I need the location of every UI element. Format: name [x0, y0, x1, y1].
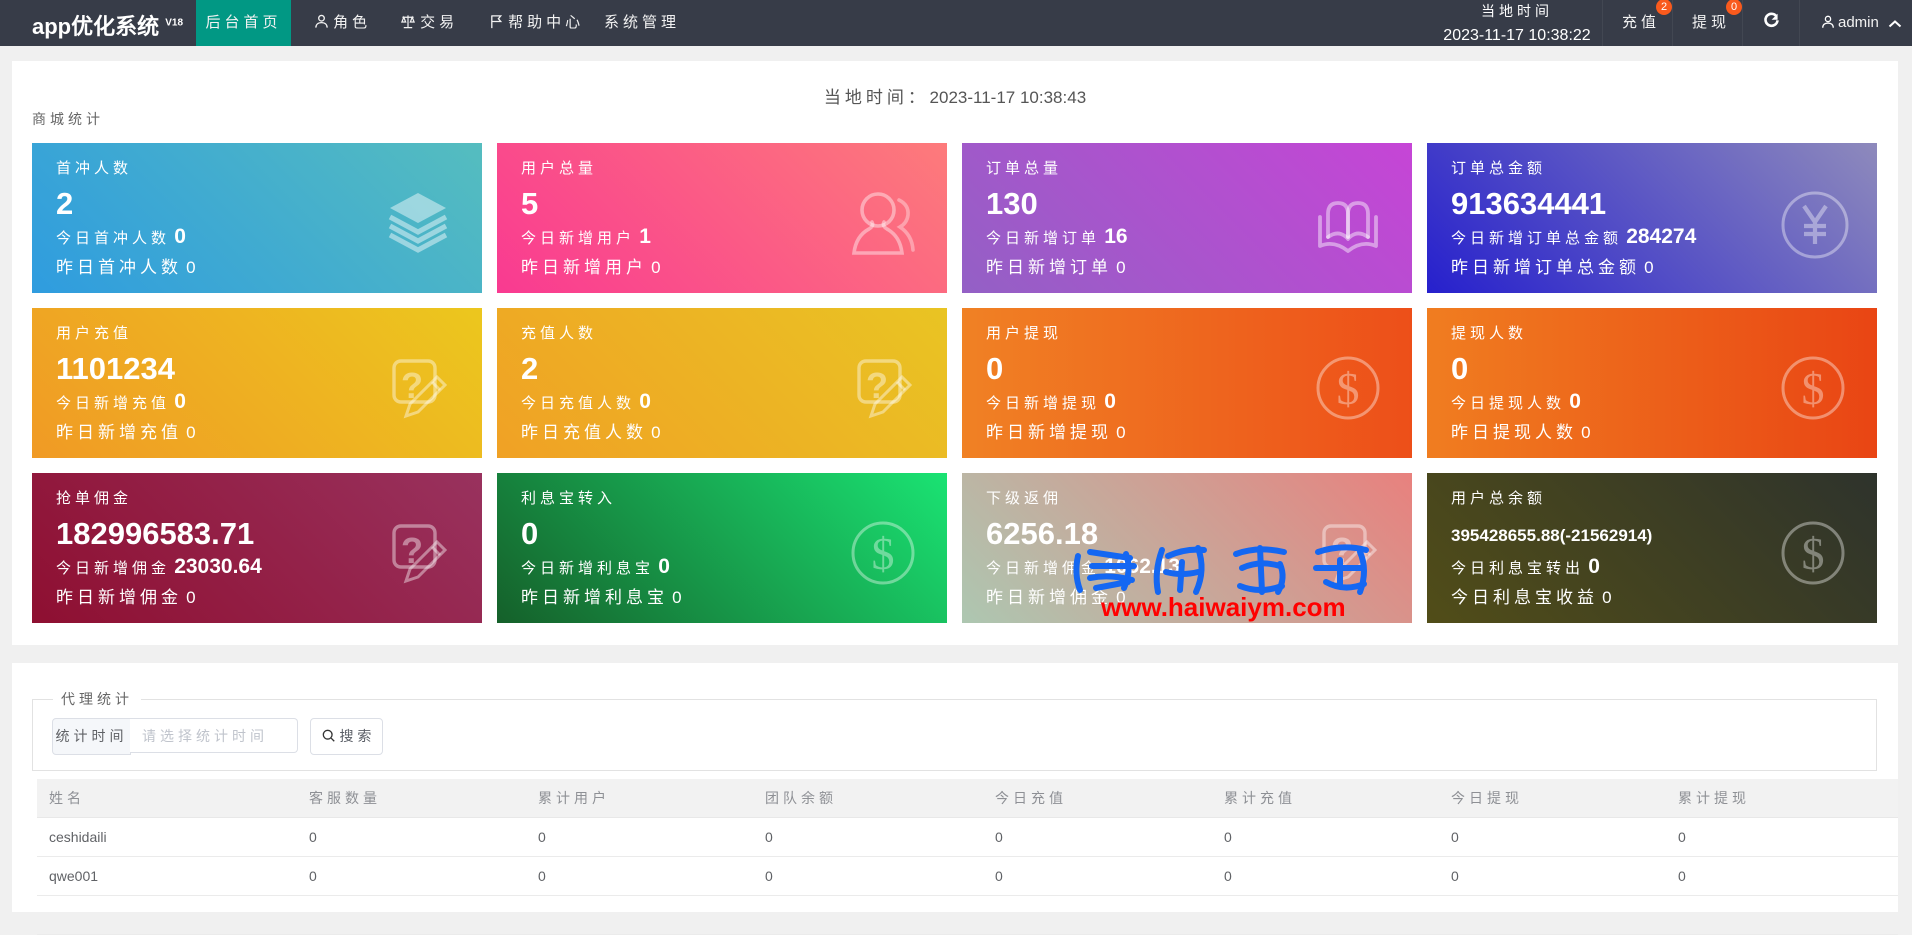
svg-text:?: ?	[401, 365, 423, 406]
svg-text:www.haiwaiym.com: www.haiwaiym.com	[1100, 592, 1346, 622]
svg-text:?: ?	[866, 365, 888, 406]
svg-text:$: $	[1802, 363, 1825, 414]
svg-text:?: ?	[401, 530, 423, 571]
svg-text:$: $	[1802, 528, 1825, 579]
svg-text:$: $	[1337, 363, 1360, 414]
svg-text:$: $	[872, 528, 895, 579]
